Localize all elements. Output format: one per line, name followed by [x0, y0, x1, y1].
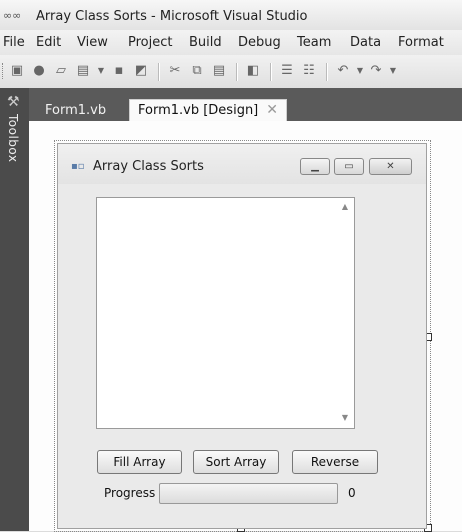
- menu-edit[interactable]: Edit: [36, 35, 61, 50]
- standard-toolbar: ▣ ● ▱ ▤ ▼ ▪ ◩ ✂ ⧉ ▤ ◧ ☰ ☷ ↶ ▼ ↷ ▼: [0, 55, 462, 89]
- redo-dropdown-icon[interactable]: ▼: [385, 63, 401, 79]
- add-item-icon[interactable]: ●: [31, 63, 47, 79]
- close-button[interactable]: ✕: [369, 158, 412, 175]
- toolbox-label: Toolbox: [6, 114, 20, 163]
- tab-form1-vb[interactable]: Form1.vb: [37, 100, 114, 121]
- progress-value: 0: [348, 486, 356, 500]
- menu-build[interactable]: Build: [189, 35, 222, 50]
- window-title: Array Class Sorts - Microsoft Visual Stu…: [36, 9, 308, 24]
- find-icon[interactable]: ◧: [245, 63, 261, 79]
- uncomment-icon[interactable]: ☷: [301, 63, 317, 79]
- minimize-button[interactable]: ▁: [300, 158, 330, 175]
- tab-label: Form1.vb: [45, 103, 107, 118]
- form-icon: ▪▫: [71, 161, 85, 172]
- menu-view[interactable]: View: [77, 35, 108, 50]
- add-new-item-icon[interactable]: ▤: [75, 63, 91, 79]
- wrench-icon: ⚒: [7, 94, 20, 110]
- progress-label: Progress: [104, 486, 156, 500]
- toolbar-separator: [158, 63, 160, 81]
- paste-icon[interactable]: ▤: [211, 63, 227, 79]
- reverse-button[interactable]: Reverse: [292, 450, 378, 474]
- sort-array-button[interactable]: Sort Array: [193, 450, 279, 474]
- scroll-down-icon[interactable]: ▼: [342, 413, 348, 422]
- fill-array-button[interactable]: Fill Array: [97, 450, 182, 474]
- open-folder-icon[interactable]: ▱: [53, 63, 69, 79]
- redo-icon[interactable]: ↷: [368, 63, 384, 79]
- menu-bar: File Edit View Project Build Debug Team …: [0, 30, 462, 55]
- new-project-icon[interactable]: ▣: [9, 63, 25, 79]
- form-titlebar: ▪▫ Array Class Sorts ▁ ▭ ✕: [58, 144, 426, 184]
- toolbar-separator: [236, 63, 238, 81]
- progress-bar: [159, 483, 338, 504]
- menu-team[interactable]: Team: [297, 35, 331, 50]
- dropdown-arrow-icon[interactable]: ▼: [93, 63, 109, 79]
- tab-label: Form1.vb [Design]: [138, 103, 259, 118]
- menu-project[interactable]: Project: [128, 35, 172, 50]
- menu-data[interactable]: Data: [350, 35, 381, 50]
- maximize-icon: ▭: [344, 161, 354, 172]
- menu-debug[interactable]: Debug: [238, 35, 281, 50]
- cut-icon[interactable]: ✂: [167, 63, 183, 79]
- window-titlebar: ∞∞ Array Class Sorts - Microsoft Visual …: [0, 0, 462, 30]
- toolbox-panel[interactable]: ⚒ Toolbox: [0, 88, 29, 531]
- form-window[interactable]: ▪▫ Array Class Sorts ▁ ▭ ✕ ▲ ▼ Fill Arra…: [57, 143, 427, 529]
- tab-form1-design[interactable]: Form1.vb [Design] ✕: [129, 99, 287, 121]
- comment-icon[interactable]: ☰: [279, 63, 295, 79]
- maximize-button[interactable]: ▭: [334, 158, 364, 175]
- undo-dropdown-icon[interactable]: ▼: [352, 63, 368, 79]
- toolbar-separator: [270, 63, 272, 81]
- save-icon[interactable]: ▪: [111, 63, 127, 79]
- close-icon[interactable]: ✕: [266, 102, 278, 118]
- menu-file[interactable]: File: [3, 35, 25, 50]
- array-listbox[interactable]: ▲ ▼: [96, 197, 355, 429]
- infinity-logo-icon: ∞∞: [3, 9, 22, 22]
- copy-icon[interactable]: ⧉: [189, 63, 205, 79]
- close-icon: ✕: [386, 161, 395, 172]
- document-tabstrip: Form1.vb Form1.vb [Design] ✕: [29, 88, 462, 121]
- save-all-icon[interactable]: ◩: [133, 63, 149, 79]
- menu-format[interactable]: Format: [398, 35, 444, 50]
- undo-icon[interactable]: ↶: [335, 63, 351, 79]
- form-title: Array Class Sorts: [93, 159, 204, 174]
- toolbar-grip[interactable]: [2, 63, 6, 79]
- minimize-icon: ▁: [311, 161, 319, 172]
- toolbar-separator: [326, 63, 328, 81]
- scroll-up-icon[interactable]: ▲: [342, 202, 348, 211]
